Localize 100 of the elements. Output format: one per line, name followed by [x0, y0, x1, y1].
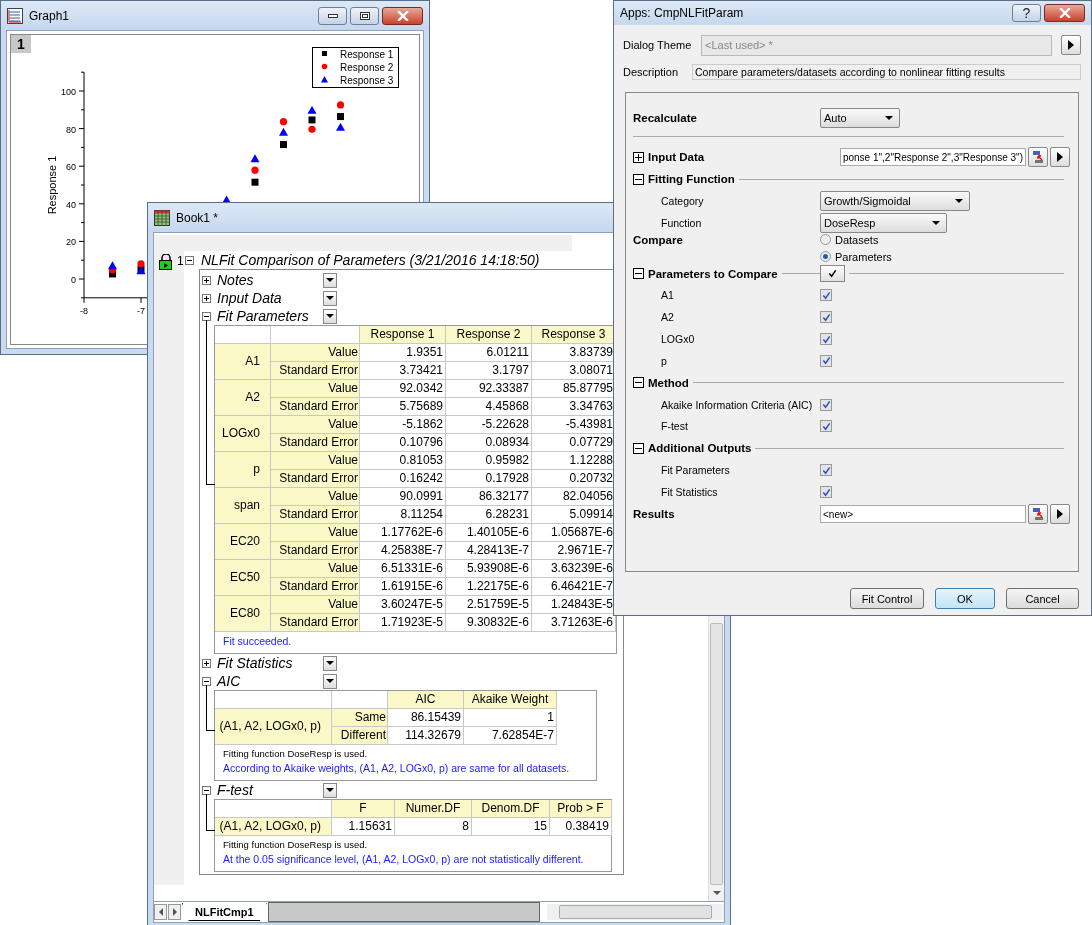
- field-label: p: [660, 354, 668, 367]
- checkbox[interactable]: [820, 420, 832, 433]
- field-label: A2: [660, 311, 675, 324]
- dropdown[interactable]: DoseResp: [820, 212, 947, 233]
- scrollbar-thumb[interactable]: [710, 623, 723, 885]
- window-title: Graph1: [29, 8, 70, 23]
- checkbox[interactable]: [820, 486, 832, 499]
- expand-toggle[interactable]: [202, 293, 211, 303]
- arrow-left-icon: [158, 908, 163, 916]
- table-cell: 86.15439: [388, 709, 464, 727]
- input-field[interactable]: ponse 1",2"Response 2",3"Response 3"): [839, 148, 1026, 166]
- table-cell: 4.25838E-7: [360, 542, 446, 560]
- dialog-button[interactable]: Cancel: [1006, 588, 1079, 609]
- collapse-toggle[interactable]: [633, 268, 644, 280]
- close-button[interactable]: [382, 6, 423, 25]
- next-sheet-button[interactable]: [168, 904, 181, 920]
- collapse-toggle[interactable]: [202, 311, 211, 321]
- description-text: Compare parameters/datasets according to nonlinear fitting results: [692, 64, 1081, 80]
- close-button[interactable]: [1044, 4, 1085, 22]
- checkmark-icon: [821, 334, 831, 344]
- dialog-button[interactable]: OK: [935, 588, 995, 609]
- checkmark-icon: [821, 465, 831, 475]
- scrollbar-thumb[interactable]: [558, 905, 712, 919]
- collapse-toggle[interactable]: [633, 173, 644, 185]
- column-header: Response 2: [446, 326, 532, 344]
- row-header: Standard Error: [271, 434, 360, 452]
- row-header: Value: [271, 416, 360, 434]
- row-header: Standard Error: [271, 614, 360, 632]
- row-header: Same: [332, 709, 388, 727]
- field-label: Results: [633, 507, 676, 520]
- dropdown-button[interactable]: [323, 308, 337, 324]
- previous-sheet-button[interactable]: [154, 904, 167, 920]
- table-cell: 0.95982: [446, 452, 532, 470]
- sheet-tab[interactable]: NLFitCmp1: [182, 903, 267, 921]
- caret-icon: [326, 661, 334, 665]
- radio-button[interactable]: [820, 251, 831, 263]
- checkbox[interactable]: [819, 265, 845, 283]
- table-cell: 7.62854E-7: [464, 727, 557, 745]
- tick-label: 80: [66, 124, 76, 135]
- maximize-button[interactable]: [350, 6, 379, 25]
- dialog-button[interactable]: Fit Control: [850, 588, 924, 609]
- table-cell: 1.40105E-6: [446, 524, 532, 542]
- checkbox[interactable]: [820, 464, 832, 477]
- row-header: EC80: [215, 596, 271, 632]
- dropdown-button[interactable]: [323, 655, 337, 671]
- help-button[interactable]: ?: [1012, 4, 1041, 22]
- dropdown-button[interactable]: [323, 272, 337, 288]
- maximize-icon: [359, 11, 370, 20]
- sheet-picker-button[interactable]: [1028, 147, 1048, 167]
- table-cell: 5.93908E-6: [446, 560, 532, 578]
- collapse-toggle[interactable]: [633, 377, 644, 389]
- checkbox[interactable]: [820, 354, 832, 367]
- minimize-button[interactable]: [318, 6, 347, 25]
- table-cell: 86.32177: [446, 488, 532, 506]
- table-cell: 92.0342: [360, 380, 446, 398]
- table-cell: 1.61915E-6: [360, 578, 446, 596]
- tick-label: 0: [71, 275, 76, 285]
- input-field[interactable]: <new>: [820, 504, 1026, 523]
- legend-label: Response 2: [340, 61, 394, 73]
- collapse-toggle[interactable]: [633, 442, 644, 454]
- arrow-right-icon: [1068, 40, 1074, 50]
- checkbox[interactable]: [820, 398, 832, 411]
- horizontal-scrollbar[interactable]: [546, 904, 724, 920]
- checkbox[interactable]: [820, 289, 832, 302]
- column-header: Prob > F: [550, 800, 612, 818]
- section-title: Additional Outputs: [648, 442, 752, 455]
- layer-tab[interactable]: 1: [11, 35, 31, 53]
- row-header: Standard Error: [271, 578, 360, 596]
- section-title: Fit Parameters: [217, 308, 310, 324]
- table-cell: 3.60247E-5: [360, 596, 446, 614]
- row-header: Standard Error: [271, 470, 360, 488]
- dropdown-button[interactable]: [323, 290, 337, 306]
- collapse-toggle[interactable]: [202, 676, 211, 686]
- table-icon: [1032, 507, 1044, 520]
- checkmark-icon: [827, 269, 837, 279]
- dropdown[interactable]: Auto: [820, 108, 900, 128]
- arrow-button[interactable]: [1061, 35, 1081, 55]
- checkbox[interactable]: [820, 333, 832, 346]
- arrow-button[interactable]: [1050, 503, 1070, 524]
- dropdown-button[interactable]: [323, 782, 337, 798]
- expand-toggle[interactable]: [202, 658, 211, 668]
- collapse-toggle[interactable]: [185, 255, 194, 265]
- status-message: Fit succeeded.: [223, 635, 293, 647]
- table-cell: 1.15631: [332, 818, 395, 836]
- column-header: Response 1: [360, 326, 446, 344]
- collapse-toggle[interactable]: [202, 785, 211, 795]
- row-header: Standard Error: [271, 362, 360, 380]
- sheet-picker-button[interactable]: [1028, 503, 1048, 524]
- arrow-right-icon: [1057, 508, 1063, 519]
- field-label: Fit Statistics: [660, 486, 719, 499]
- legend-label: Response 1: [340, 48, 394, 60]
- dropdown-button[interactable]: [323, 673, 337, 689]
- dropdown[interactable]: Growth/Sigmoidal: [820, 190, 970, 211]
- arrow-button[interactable]: [1050, 147, 1070, 167]
- table-icon: [1032, 151, 1044, 163]
- expand-toggle[interactable]: [633, 151, 644, 163]
- radio-button[interactable]: [820, 234, 831, 246]
- table-cell: 0.38419: [550, 818, 612, 836]
- expand-toggle[interactable]: [202, 275, 211, 285]
- checkbox[interactable]: [820, 311, 832, 324]
